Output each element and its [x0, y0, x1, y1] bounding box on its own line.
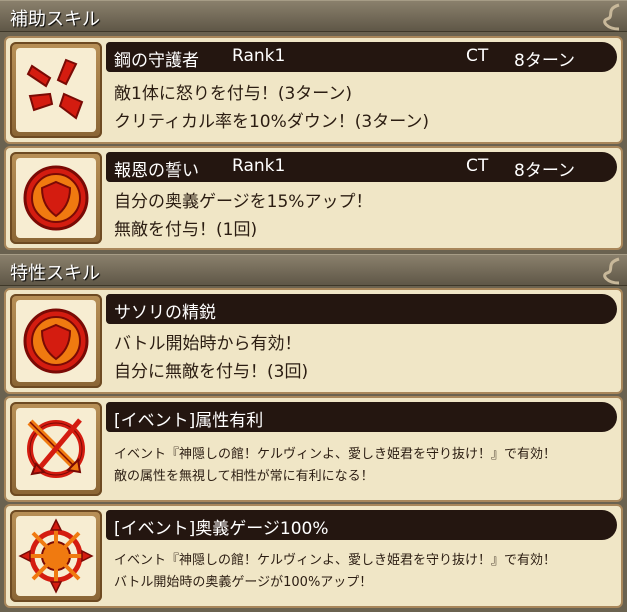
attribute-advantage-icon: [27, 418, 85, 478]
skill-card[interactable]: [イベント]属性有利 イベント『神隠しの館！ケルヴィンよ、愛しき姫君を守り抜け！…: [4, 396, 623, 502]
skill-title-bar: [イベント]奥義ゲージ100%: [106, 510, 617, 540]
shield-icon: [23, 308, 89, 374]
description-line: バトル開始時の奥義ゲージが100%アップ！: [114, 575, 373, 590]
skill-title-bar: [イベント]属性有利: [106, 402, 617, 432]
skill-description: 自分の奥義ゲージを15%アップ！ 無敵を付与！(1回): [114, 188, 613, 244]
skill-icon-frame: [10, 510, 102, 602]
description-line: 敵1体に怒りを付与！(3ターン): [114, 84, 353, 104]
anger-icon: [26, 58, 84, 120]
ct-value: 8ターン: [514, 161, 575, 181]
scroll-ornament-icon: [603, 3, 620, 31]
skill-name: [イベント]属性有利: [114, 411, 264, 431]
description-line: 自分の奥義ゲージを15%アップ！: [114, 192, 373, 212]
skill-icon-frame: [10, 42, 102, 138]
description-line: イベント『神隠しの館！ケルヴィンよ、愛しき姫君を守り抜け！』で有効！: [114, 553, 557, 568]
description-line: イベント『神隠しの館！ケルヴィンよ、愛しき姫君を守り抜け！』で有効！: [114, 447, 557, 462]
skill-icon-frame: [10, 294, 102, 388]
skill-card[interactable]: 報恩の誓い Rank1 CT 8ターン 自分の奥義ゲージを15%アップ！ 無敵を…: [4, 146, 623, 250]
skill-title-bar: 報恩の誓い Rank1 CT 8ターン: [106, 152, 617, 182]
skill-name: 鋼の守護者: [114, 51, 199, 71]
skill-description: イベント『神隠しの館！ケルヴィンよ、愛しき姫君を守り抜け！』で有効！ バトル開始…: [114, 550, 613, 594]
skill-card[interactable]: [イベント]奥義ゲージ100% イベント『神隠しの館！ケルヴィンよ、愛しき姫君を…: [4, 504, 623, 608]
section-header-support: 補助スキル: [0, 0, 627, 32]
section-title: 特性スキル: [10, 263, 100, 284]
skill-title-bar: 鋼の守護者 Rank1 CT 8ターン: [106, 42, 617, 72]
skill-rank: Rank1: [232, 156, 286, 176]
section-header-trait: 特性スキル: [0, 254, 627, 286]
description-line: バトル開始時から有効！: [114, 334, 302, 354]
scroll-ornament-icon: [603, 257, 620, 285]
skill-rank: Rank1: [232, 46, 286, 66]
skill-panel: 補助スキル 鋼の守護者 Rank1 CT 8ターン 敵1体に怒りを付与！(3ター…: [0, 0, 627, 612]
burst-gauge-icon: [18, 518, 94, 594]
skill-icon-frame: [10, 152, 102, 244]
skill-icon-frame: [10, 402, 102, 496]
section-title: 補助スキル: [10, 9, 100, 30]
skill-name: サソリの精鋭: [114, 303, 216, 323]
description-line: 自分に無敵を付与！(3回): [114, 362, 309, 382]
ct-label: CT: [466, 156, 489, 176]
skill-card[interactable]: サソリの精鋭 バトル開始時から有効！ 自分に無敵を付与！(3回): [4, 288, 623, 394]
skill-name: [イベント]奥義ゲージ100%: [114, 519, 329, 539]
shield-icon: [23, 165, 89, 231]
description-line: クリティカル率を10%ダウン！(3ターン): [114, 112, 429, 132]
skill-card[interactable]: 鋼の守護者 Rank1 CT 8ターン 敵1体に怒りを付与！(3ターン) クリテ…: [4, 36, 623, 144]
skill-title-bar: サソリの精鋭: [106, 294, 617, 324]
ct-label: CT: [466, 46, 489, 66]
description-line: 無敵を付与！(1回): [114, 220, 258, 240]
skill-name: 報恩の誓い: [114, 161, 199, 181]
skill-description: バトル開始時から有効！ 自分に無敵を付与！(3回): [114, 330, 613, 386]
skill-description: 敵1体に怒りを付与！(3ターン) クリティカル率を10%ダウン！(3ターン): [114, 80, 613, 136]
ct-value: 8ターン: [514, 51, 575, 71]
description-line: 敵の属性を無視して相性が常に有利になる！: [114, 469, 374, 484]
skill-description: イベント『神隠しの館！ケルヴィンよ、愛しき姫君を守り抜け！』で有効！ 敵の属性を…: [114, 444, 613, 488]
